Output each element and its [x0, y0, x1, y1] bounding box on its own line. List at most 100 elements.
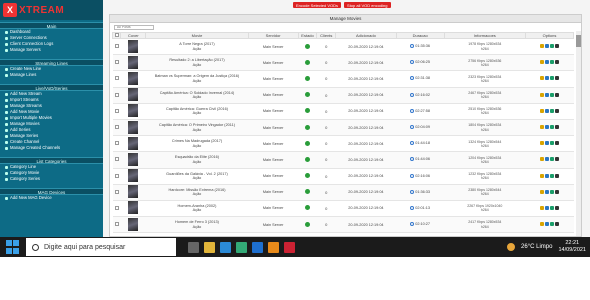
- movie-cover[interactable]: [128, 88, 139, 102]
- row-checkbox[interactable]: [114, 205, 119, 210]
- movie-cover[interactable]: [128, 217, 139, 231]
- play-icon[interactable]: [549, 44, 554, 49]
- movie-title[interactable]: Capitão América: O Primeiro Vingador (20…: [147, 123, 247, 128]
- sidebar-item[interactable]: Add New MAG Device: [0, 195, 103, 201]
- play-icon[interactable]: [549, 222, 554, 227]
- edit-icon[interactable]: [539, 125, 544, 130]
- delete-icon[interactable]: [554, 76, 559, 81]
- row-checkbox[interactable]: [114, 60, 119, 65]
- logo[interactable]: X XTREAM: [0, 0, 103, 20]
- encode-selected-button[interactable]: Encode Selected VODs: [293, 2, 342, 8]
- edit-icon[interactable]: [539, 205, 544, 210]
- edit-icon[interactable]: [539, 92, 544, 97]
- delete-icon[interactable]: [554, 205, 559, 210]
- delete-icon[interactable]: [554, 157, 559, 162]
- sidebar-item[interactable]: Manage Lines: [0, 72, 103, 78]
- row-checkbox[interactable]: [114, 141, 119, 146]
- edit-icon[interactable]: [539, 108, 544, 113]
- edit-icon[interactable]: [539, 173, 544, 178]
- movie-cover[interactable]: [128, 201, 139, 215]
- info-icon[interactable]: [544, 189, 549, 194]
- row-checkbox[interactable]: [114, 108, 119, 113]
- edit-icon[interactable]: [539, 141, 544, 146]
- movie-cover[interactable]: [128, 104, 139, 118]
- sidebar-item[interactable]: Category Series: [0, 176, 103, 182]
- edit-icon[interactable]: [539, 60, 544, 65]
- play-icon[interactable]: [549, 108, 554, 113]
- play-icon[interactable]: [549, 141, 554, 146]
- row-checkbox[interactable]: [114, 157, 119, 162]
- sidebar-item[interactable]: Manage Created Channels: [0, 145, 103, 151]
- row-checkbox[interactable]: [114, 173, 119, 178]
- row-checkbox[interactable]: [114, 76, 119, 81]
- delete-icon[interactable]: [554, 189, 559, 194]
- delete-icon[interactable]: [554, 173, 559, 178]
- info-icon[interactable]: [544, 125, 549, 130]
- movie-cover[interactable]: [128, 120, 139, 134]
- movie-cell: A Torre Negra (2017) Ação: [145, 38, 249, 56]
- edit-icon[interactable]: [539, 189, 544, 194]
- delete-icon[interactable]: [554, 108, 559, 113]
- movie-cover[interactable]: [128, 185, 139, 199]
- task-view-icon[interactable]: [188, 241, 199, 253]
- play-icon[interactable]: [549, 157, 554, 162]
- info-icon[interactable]: [544, 205, 549, 210]
- row-checkbox[interactable]: [114, 44, 119, 49]
- info-icon[interactable]: [544, 92, 549, 97]
- delete-icon[interactable]: [554, 44, 559, 49]
- options-cell: [525, 70, 574, 88]
- info-icon[interactable]: [544, 157, 549, 162]
- app-icon[interactable]: [284, 241, 295, 253]
- row-checkbox[interactable]: [114, 222, 119, 227]
- info-icon[interactable]: [544, 108, 549, 113]
- stop-encoding-button[interactable]: Stop all VOD encoding: [344, 2, 391, 8]
- select-all-checkbox[interactable]: [114, 33, 119, 37]
- row-checkbox[interactable]: [114, 125, 119, 130]
- edit-icon[interactable]: [539, 76, 544, 81]
- movie-cover[interactable]: [128, 55, 139, 69]
- taskbar-clock[interactable]: 22:21 14/09/2021: [558, 240, 586, 254]
- delete-icon[interactable]: [554, 222, 559, 227]
- clock-time: 22:21: [565, 240, 580, 246]
- edit-icon[interactable]: [539, 222, 544, 227]
- play-icon[interactable]: [549, 125, 554, 130]
- movie-cover[interactable]: [128, 152, 139, 166]
- play-icon[interactable]: [549, 60, 554, 65]
- sidebar-item[interactable]: Manage Servers: [0, 47, 103, 53]
- info-icon[interactable]: [544, 141, 549, 146]
- info-icon[interactable]: [544, 76, 549, 81]
- play-icon[interactable]: [549, 92, 554, 97]
- vlc-icon[interactable]: [268, 241, 279, 253]
- edit-icon[interactable]: [539, 157, 544, 162]
- search-input[interactable]: [114, 24, 154, 30]
- play-icon[interactable]: [549, 76, 554, 81]
- row-checkbox[interactable]: [114, 92, 119, 97]
- edit-icon[interactable]: [539, 44, 544, 49]
- windows-start-icon[interactable]: [6, 240, 20, 254]
- vertical-scrollbar[interactable]: [576, 31, 581, 236]
- info-icon[interactable]: [544, 222, 549, 227]
- file-explorer-icon[interactable]: [204, 241, 215, 253]
- duration-text: 02:01:13: [415, 205, 431, 210]
- delete-icon[interactable]: [554, 125, 559, 130]
- movie-cover[interactable]: [128, 136, 139, 150]
- play-icon[interactable]: [549, 189, 554, 194]
- movie-cover[interactable]: [128, 169, 139, 183]
- row-checkbox[interactable]: [114, 189, 119, 194]
- chrome-icon[interactable]: [236, 241, 247, 253]
- play-icon[interactable]: [549, 173, 554, 178]
- info-icon[interactable]: [544, 173, 549, 178]
- play-icon[interactable]: [549, 205, 554, 210]
- movie-cover[interactable]: [128, 39, 139, 53]
- info-icon[interactable]: [544, 44, 549, 49]
- store-icon[interactable]: [220, 241, 231, 253]
- taskbar-search[interactable]: Digite aqui para pesquisar: [26, 238, 176, 256]
- edge-icon[interactable]: [252, 241, 263, 253]
- delete-icon[interactable]: [554, 92, 559, 97]
- delete-icon[interactable]: [554, 141, 559, 146]
- info-icon[interactable]: [544, 60, 549, 65]
- delete-icon[interactable]: [554, 60, 559, 65]
- scrollbar-thumb[interactable]: [576, 35, 581, 47]
- weather-text[interactable]: 26°C Limpo: [521, 244, 552, 250]
- movie-cover[interactable]: [128, 71, 139, 85]
